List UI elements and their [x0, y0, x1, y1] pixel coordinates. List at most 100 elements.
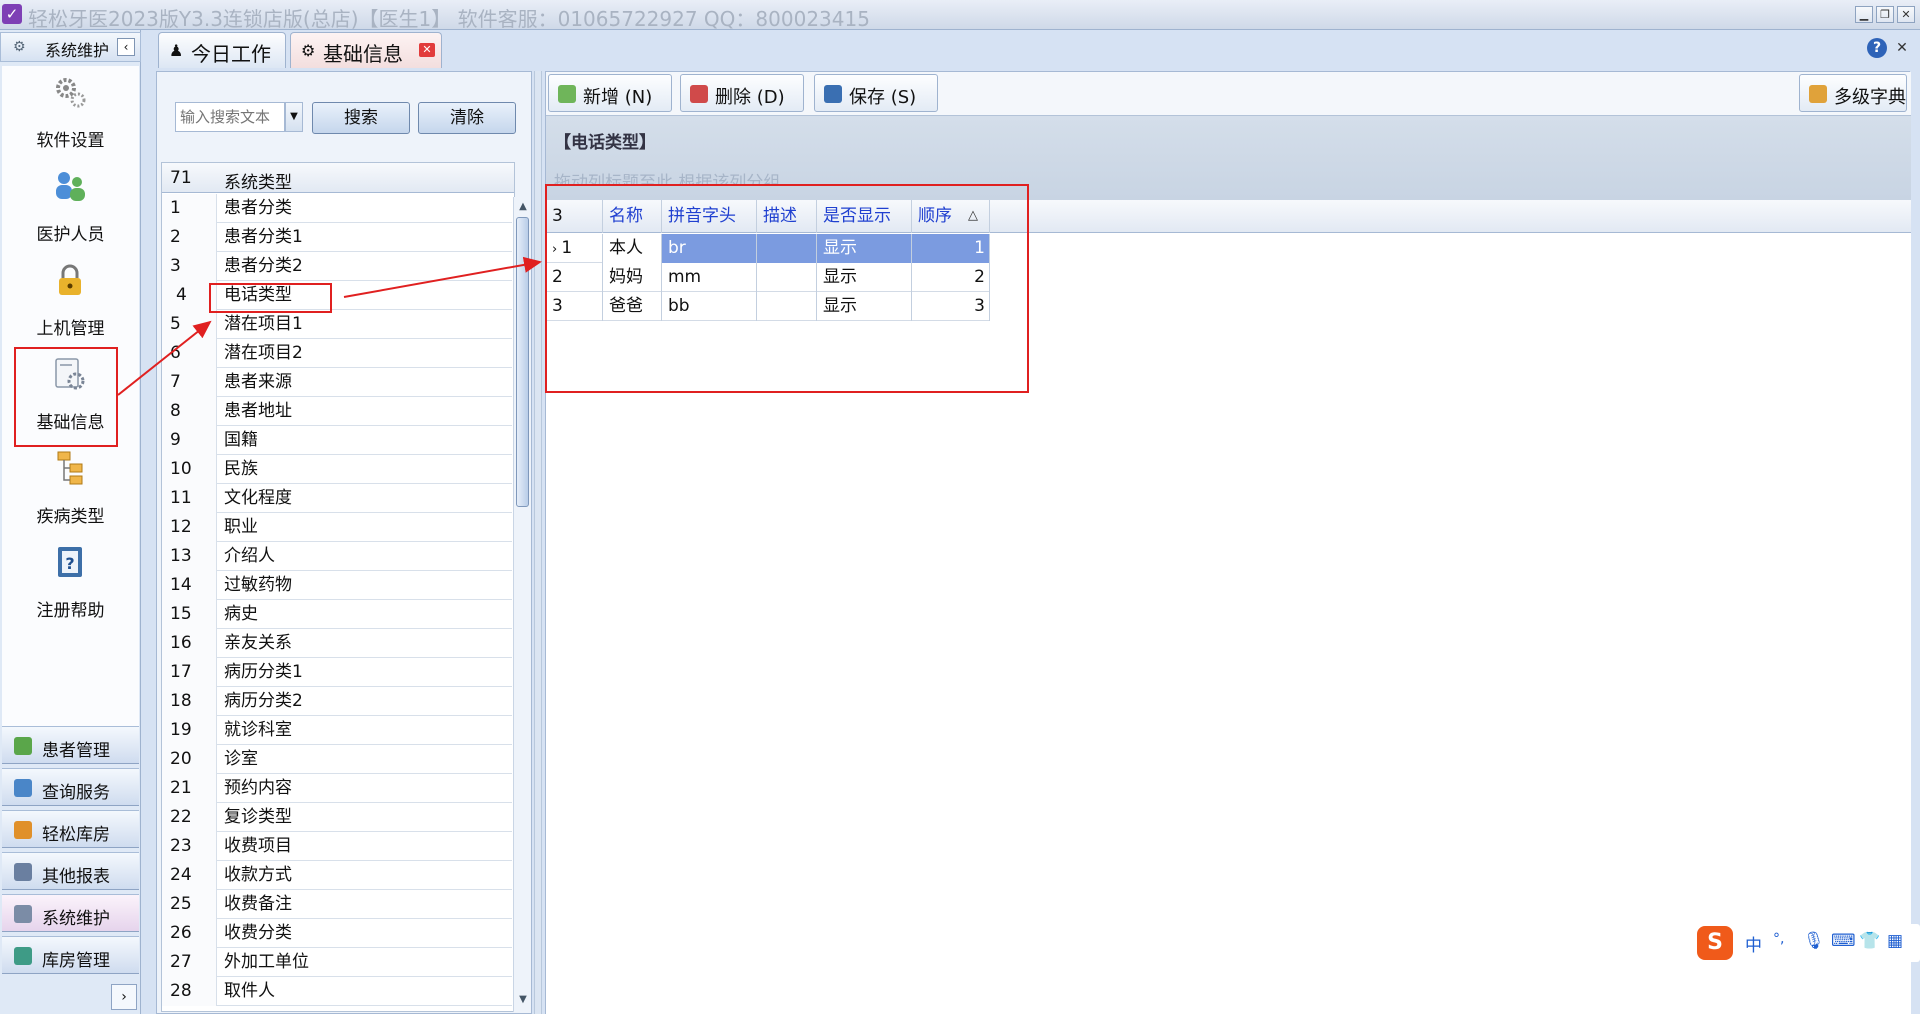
list-item[interactable]: 20 诊室: [162, 745, 512, 774]
detail-toolbar: 新增 (N) 删除 (D) 保存 (S) 多级字典: [546, 72, 1911, 116]
module-patient-management[interactable]: 患者管理: [2, 726, 139, 764]
list-item[interactable]: 19 就诊科室: [162, 716, 512, 745]
close-icon[interactable]: ✕: [1893, 39, 1911, 57]
save-icon: [824, 85, 842, 103]
row-number: 15: [162, 600, 217, 629]
vertical-scrollbar[interactable]: ▲ ▼: [513, 197, 531, 1012]
nav-header: ⚙ 系统维护 ‹: [0, 32, 141, 62]
delete-button[interactable]: 删除 (D): [680, 74, 804, 112]
row-number: 25: [162, 890, 217, 919]
save-button[interactable]: 保存 (S): [814, 74, 938, 112]
list-item[interactable]: 25 收费备注: [162, 890, 512, 919]
panel-splitter[interactable]: [534, 71, 542, 1014]
list-item[interactable]: 6 潜在项目2: [162, 339, 512, 368]
nav-item-software-settings[interactable]: 软件设置: [2, 70, 139, 162]
type-list-panel: ▼ 搜索 清除 71 系统类型 1患者分类2患者分类13患者分类2›4电话类型5…: [156, 71, 532, 1014]
list-item[interactable]: 28 取件人: [162, 977, 512, 1006]
list-item[interactable]: 7 患者来源: [162, 368, 512, 397]
row-number: 16: [162, 629, 217, 658]
row-number: 1: [162, 194, 217, 223]
help-icon[interactable]: ?: [1867, 38, 1887, 58]
chevron-right-icon[interactable]: ›: [111, 984, 137, 1010]
row-number: 14: [162, 571, 217, 600]
close-window-button[interactable]: ✕: [1897, 6, 1915, 23]
module-other-reports[interactable]: 其他报表: [2, 852, 139, 890]
nav-item-label: 医护人员: [36, 225, 105, 245]
column-header-system-type[interactable]: 系统类型: [224, 168, 292, 193]
list-item[interactable]: 9 国籍: [162, 426, 512, 455]
row-number: 10: [162, 455, 217, 484]
row-number: 9: [162, 426, 217, 455]
module-easy-warehouse[interactable]: 轻松库房: [2, 810, 139, 848]
list-item[interactable]: 17 病历分类1: [162, 658, 512, 687]
list-item[interactable]: 16 亲友关系: [162, 629, 512, 658]
list-item[interactable]: 10 民族: [162, 455, 512, 484]
row-name: 潜在项目2: [224, 343, 303, 363]
box-icon: [14, 821, 32, 839]
multi-level-dictionary-button[interactable]: 多级字典: [1799, 74, 1907, 112]
skin-icon[interactable]: 👕: [1859, 931, 1880, 951]
collapse-nav-button[interactable]: ‹: [117, 38, 135, 56]
list-item[interactable]: 27 外加工单位: [162, 948, 512, 977]
keyboard-icon[interactable]: ⌨: [1831, 931, 1856, 951]
search-icon: [14, 779, 32, 797]
list-item[interactable]: 11 文化程度: [162, 484, 512, 513]
list-item[interactable]: 2 患者分类1: [162, 223, 512, 252]
list-item[interactable]: 24 收款方式: [162, 861, 512, 890]
row-number: 22: [162, 803, 217, 832]
module-system-maintenance[interactable]: 系统维护: [2, 894, 139, 932]
list-item[interactable]: 8 患者地址: [162, 397, 512, 426]
module-query-service[interactable]: 查询服务: [2, 768, 139, 806]
list-item[interactable]: 5 潜在项目1: [162, 310, 512, 339]
restore-button[interactable]: ❐: [1876, 6, 1894, 23]
ime-punctuation-toggle[interactable]: °,: [1773, 931, 1784, 947]
tab-label: 今日工作: [191, 42, 271, 66]
list-item[interactable]: 22 复诊类型: [162, 803, 512, 832]
annotation-box-phone-type: [209, 283, 332, 313]
tree-icon: [1809, 85, 1827, 103]
list-item[interactable]: 23 收费项目: [162, 832, 512, 861]
minimize-button[interactable]: ▁: [1855, 6, 1873, 23]
list-item[interactable]: 1 患者分类: [162, 194, 512, 223]
ime-mode-toggle[interactable]: 中: [1745, 931, 1762, 956]
chevron-down-icon[interactable]: ▼: [285, 102, 303, 132]
list-item[interactable]: 3 患者分类2: [162, 252, 512, 281]
row-name: 职业: [224, 517, 258, 537]
search-button[interactable]: 搜索: [312, 102, 410, 134]
row-name: 病历分类2: [224, 691, 303, 711]
list-item[interactable]: 12 职业: [162, 513, 512, 542]
scroll-up-icon[interactable]: ▲: [515, 199, 531, 215]
tab-basic-info[interactable]: ⚙ 基础信息 ✕: [290, 32, 442, 68]
module-label: 轻松库房: [42, 825, 110, 845]
nav-item-disease-types[interactable]: 疾病类型: [2, 446, 139, 538]
row-name: 收费备注: [224, 894, 292, 914]
list-item[interactable]: 26 收费分类: [162, 919, 512, 948]
tab-today-work[interactable]: ♟ 今日工作: [158, 32, 286, 68]
search-input[interactable]: [175, 102, 285, 132]
mic-icon[interactable]: 🎙: [1803, 931, 1825, 951]
ime-logo-icon[interactable]: S: [1697, 926, 1733, 960]
list-item[interactable]: 13 介绍人: [162, 542, 512, 571]
nav-item-label: 上机管理: [36, 319, 105, 339]
scrollbar-thumb[interactable]: [516, 217, 529, 507]
list-item[interactable]: 14 过敏药物: [162, 571, 512, 600]
row-name: 预约内容: [224, 778, 292, 798]
annotation-box-basic-info: [14, 347, 118, 447]
nav-item-register-help[interactable]: ? 注册帮助: [2, 540, 139, 632]
clear-button[interactable]: 清除: [418, 102, 516, 134]
patients-icon: [14, 737, 32, 755]
close-tab-icon[interactable]: ✕: [419, 43, 435, 57]
grid-icon[interactable]: ▦: [1887, 931, 1903, 951]
row-number: 27: [162, 948, 217, 977]
list-item[interactable]: 15 病史: [162, 600, 512, 629]
row-name: 复诊类型: [224, 807, 292, 827]
save-button-label: 保存 (S): [849, 87, 917, 108]
new-button[interactable]: 新增 (N): [548, 74, 672, 112]
nav-item-login-management[interactable]: 上机管理: [2, 258, 139, 350]
list-item[interactable]: 21 预约内容: [162, 774, 512, 803]
list-item[interactable]: 18 病历分类2: [162, 687, 512, 716]
scroll-down-icon[interactable]: ▼: [515, 992, 531, 1008]
nav-item-medical-staff[interactable]: 医护人员: [2, 164, 139, 256]
module-warehouse-management[interactable]: 库房管理: [2, 936, 139, 974]
left-navigation: ⚙ 系统维护 ‹ 软件设置 医护人员 上机管理 基础信息 疾病类型 ? 注册帮助…: [0, 30, 141, 1014]
